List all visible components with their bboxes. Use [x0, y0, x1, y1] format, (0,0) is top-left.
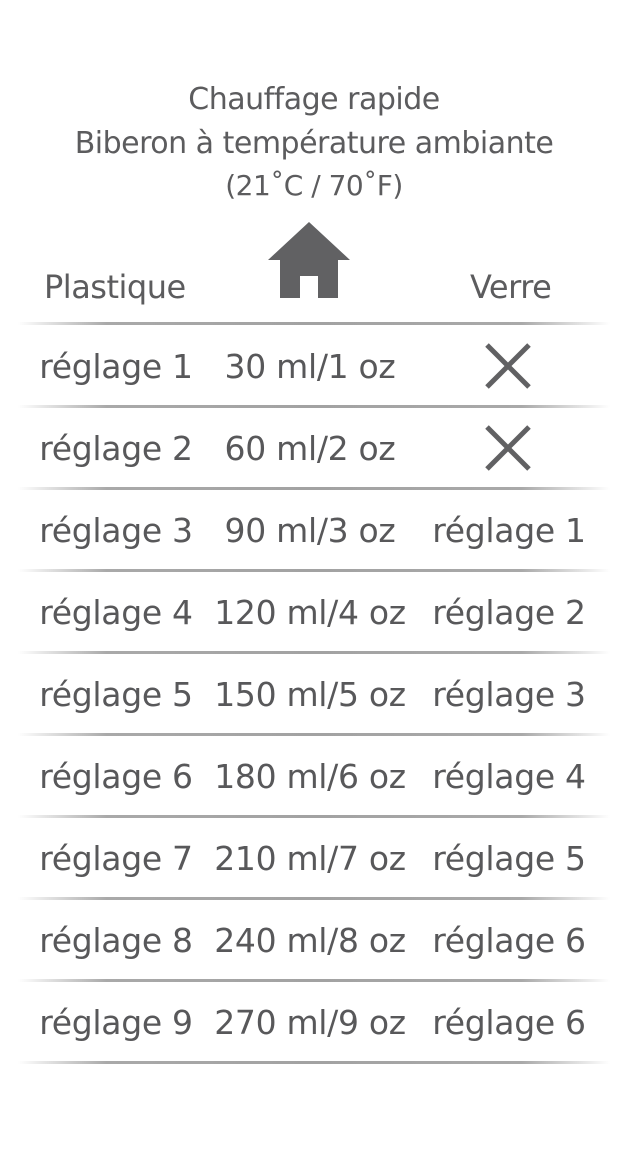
volume: 30 ml/1 oz [224, 347, 396, 386]
row-divider [18, 1061, 610, 1064]
plastic-setting: réglage 8 [39, 921, 193, 960]
heading-temperature: (21˚C / 70˚F) [225, 169, 403, 202]
volume: 210 ml/7 oz [214, 839, 406, 878]
home-icon [268, 222, 350, 298]
heading: Chauffage rapide Biberon à température a… [0, 78, 628, 206]
plastic-setting: réglage 7 [39, 839, 193, 878]
plastic-setting: réglage 5 [39, 675, 193, 714]
glass-setting: réglage 4 [432, 757, 586, 796]
table-row: réglage 8 240 ml/8 oz réglage 6 [0, 898, 628, 982]
table-row: réglage 1 30 ml/1 oz [0, 324, 628, 408]
table-row: réglage 6 180 ml/6 oz réglage 4 [0, 734, 628, 818]
heading-title: Chauffage rapide [188, 82, 440, 117]
heading-subtitle: Biberon à température ambiante [74, 126, 554, 161]
plastic-setting: réglage 3 [39, 511, 193, 550]
table-row: réglage 2 60 ml/2 oz [0, 406, 628, 490]
glass-setting: réglage 5 [432, 839, 586, 878]
glass-setting: réglage 3 [432, 675, 586, 714]
glass-setting: réglage 2 [432, 593, 586, 632]
volume: 120 ml/4 oz [214, 593, 406, 632]
volume: 180 ml/6 oz [214, 757, 406, 796]
table-row: réglage 5 150 ml/5 oz réglage 3 [0, 652, 628, 736]
volume: 240 ml/8 oz [214, 921, 406, 960]
column-header-row: Plastique Verre [0, 220, 628, 320]
plastic-setting: réglage 1 [39, 347, 193, 386]
settings-table: réglage 1 30 ml/1 oz réglage 2 60 ml/2 oz ré… [0, 324, 628, 1064]
table-row: réglage 4 120 ml/4 oz réglage 2 [0, 570, 628, 654]
plastic-setting: réglage 9 [39, 1003, 193, 1042]
glass-setting: réglage 6 [432, 921, 586, 960]
table-row: réglage 3 90 ml/3 oz réglage 1 [0, 488, 628, 572]
table-row: réglage 7 210 ml/7 oz réglage 5 [0, 816, 628, 900]
glass-setting: réglage 1 [432, 511, 586, 550]
volume: 90 ml/3 oz [224, 511, 396, 550]
volume: 60 ml/2 oz [224, 429, 396, 468]
plastic-setting: réglage 6 [39, 757, 193, 796]
plastic-setting: réglage 4 [39, 593, 193, 632]
volume: 150 ml/5 oz [214, 675, 406, 714]
plastic-setting: réglage 2 [39, 429, 193, 468]
x-icon [485, 425, 531, 471]
x-icon [485, 343, 531, 389]
volume: 270 ml/9 oz [214, 1003, 406, 1042]
table-row: réglage 9 270 ml/9 oz réglage 6 [0, 980, 628, 1064]
column-header-glass: Verre [470, 268, 552, 306]
column-header-plastic: Plastique [44, 268, 186, 306]
glass-setting: réglage 6 [432, 1003, 586, 1042]
